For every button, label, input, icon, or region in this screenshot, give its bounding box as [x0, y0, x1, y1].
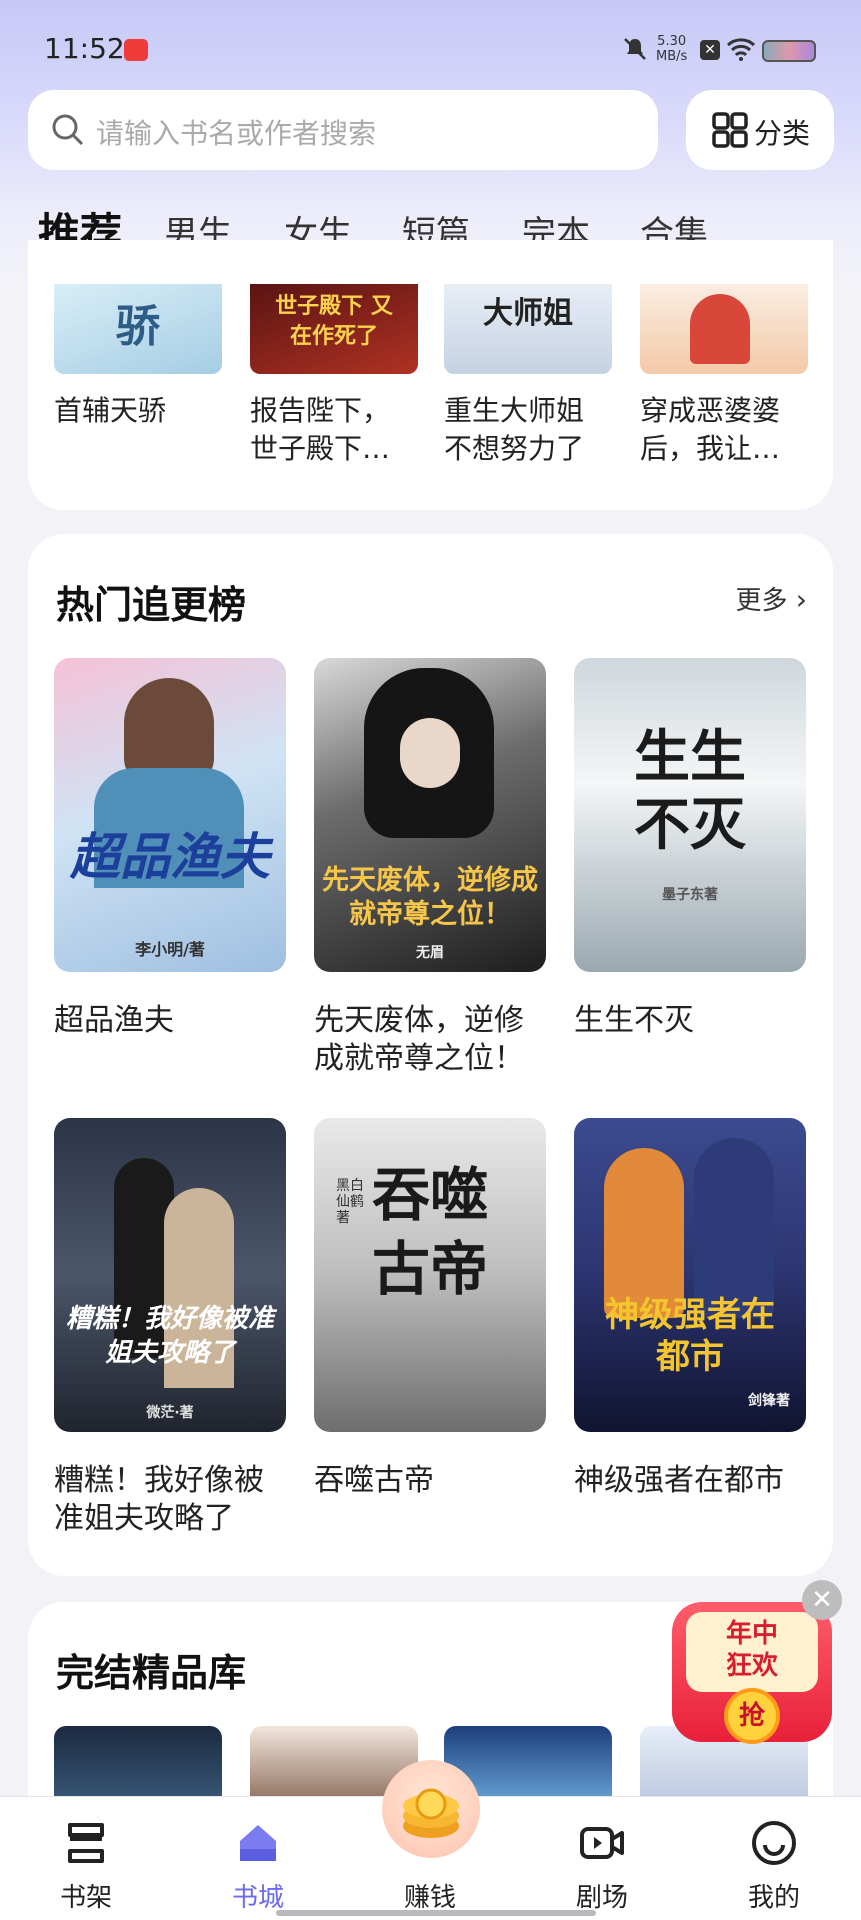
category-button[interactable]: 分类 [686, 90, 834, 170]
more-link[interactable]: 更多 › [736, 580, 807, 617]
book-title[interactable]: 超品渔夫 [54, 1002, 294, 1040]
grid-icon [712, 112, 748, 148]
book-title[interactable]: 糟糕！我好像被 准姐夫攻略了 [54, 1462, 294, 1538]
section-title: 热门追更榜 [56, 583, 247, 627]
book-cover[interactable] [640, 284, 808, 374]
nav-label: 剧场 [575, 1883, 628, 1913]
nav-label: 书架 [59, 1883, 112, 1913]
book-cover[interactable]: 世子殿下 又在作死了 [250, 284, 418, 374]
book-title-line1: 糟糕！我好像被 [54, 1463, 264, 1498]
coins-icon [403, 1788, 459, 1838]
earn-coins-button[interactable] [382, 1760, 480, 1858]
home-icon [240, 1825, 276, 1861]
promo-line2: 狂欢 [725, 1651, 778, 1681]
book-title[interactable]: 重生大师姐 不想努力了 [444, 392, 614, 468]
book-cover[interactable]: 神级强者在都市 剑锋著 [574, 1118, 806, 1432]
promo-line1: 年中 [725, 1619, 778, 1649]
book-cover[interactable]: 吞噬古帝 黑白仙鹤著 [314, 1118, 546, 1432]
network-speed: 5.30 MB/s [656, 34, 687, 64]
book-title[interactable]: 穿成恶婆婆 后，我让… [640, 392, 810, 468]
book-title-line2: 不想努力了 [444, 432, 585, 465]
section-title: 完结精品库 [56, 1651, 247, 1695]
book-title-line1: 吞噬古帝 [314, 1463, 434, 1498]
nav-mine[interactable]: 我的 [714, 1797, 834, 1920]
nav-theater[interactable]: 剧场 [542, 1797, 662, 1920]
book-cover[interactable]: 超品渔夫 李小明/著 [54, 658, 286, 972]
nav-label: 书城 [231, 1883, 284, 1913]
book-title-line1: 神级强者在都市 [574, 1463, 784, 1498]
book-title-line2: 准姐夫攻略了 [54, 1501, 234, 1536]
book-title[interactable]: 生生不灭 [574, 1002, 814, 1040]
book-cover[interactable] [54, 1726, 222, 1806]
cover-title: 先天废体，逆修成就帝尊之位！ [322, 865, 538, 930]
cover-illustration [694, 1138, 774, 1318]
book-title-line1: 生生不灭 [574, 1003, 694, 1038]
book-title-line1: 先天废体，逆修 [314, 1003, 524, 1038]
book-title-line2: 成就帝尊之位！ [314, 1041, 524, 1076]
book-cover[interactable]: 先天废体，逆修成就帝尊之位！ 无眉 [314, 658, 546, 972]
cover-author: 剑锋著 [748, 1393, 790, 1409]
book-title-line1: 首辅天骄 [54, 394, 167, 427]
status-time: 11:52 [44, 32, 125, 65]
nav-label: 我的 [747, 1883, 800, 1913]
cover-title: 糟糕！我好像被准姐夫攻略了 [65, 1304, 274, 1368]
cover-title: 骄 [116, 301, 160, 352]
network-speed-value: 5.30 [657, 34, 687, 49]
search-input[interactable]: 请输入书名或作者搜索 [28, 90, 658, 170]
cover-author: 墨子东著 [662, 887, 718, 903]
smile-icon [752, 1821, 796, 1865]
book-title-line1: 超品渔夫 [54, 1003, 174, 1038]
cover-title: 世子殿下 又在作死了 [275, 294, 393, 349]
bookshelf-icon [68, 1823, 104, 1863]
home-indicator [276, 1910, 596, 1916]
wifi-icon [726, 38, 756, 61]
category-label: 分类 [754, 117, 811, 150]
nav-label: 赚钱 [403, 1883, 456, 1913]
search-icon [52, 114, 84, 146]
book-title-line2: 世子殿下… [250, 432, 391, 465]
cover-illustration [604, 1148, 684, 1318]
cover-author: 无眉 [416, 945, 444, 961]
promo-grab-button[interactable]: 抢 [724, 1688, 780, 1744]
promo-close-icon[interactable]: ✕ [802, 1580, 842, 1620]
cover-author: 黑白仙鹤著 [336, 1178, 364, 1226]
cover-author: 李小明/著 [135, 940, 205, 959]
cover-title: 大师姐 [483, 296, 573, 331]
battery-icon [762, 40, 816, 62]
cover-author: 微茫·著 [146, 1405, 194, 1421]
more-label: 更多 [735, 586, 788, 616]
book-title-line1: 穿成恶婆婆 [640, 394, 781, 427]
close-box-icon: ✕ [700, 40, 720, 60]
search-placeholder: 请输入书名或作者搜索 [96, 117, 377, 150]
nav-bookstore[interactable]: 书城 [198, 1797, 318, 1920]
book-cover[interactable]: 糟糕！我好像被准姐夫攻略了 微茫·著 [54, 1118, 286, 1432]
book-title[interactable]: 先天废体，逆修 成就帝尊之位！ [314, 1002, 554, 1078]
recommend-section: 骄 首辅天骄 世子殿下 又在作死了 报告陛下， 世子殿下… 大师姐 重生大师姐 … [28, 240, 833, 510]
cover-illustration [400, 718, 460, 788]
cover-title: 生生不灭 [634, 725, 746, 858]
book-title[interactable]: 吞噬古帝 [314, 1462, 554, 1500]
status-bar: 11:52 5.30 MB/s ✕ [0, 0, 861, 100]
book-title-line1: 报告陛下， [250, 394, 391, 427]
network-speed-unit: MB/s [656, 49, 688, 64]
book-cover[interactable]: 骄 [54, 284, 222, 374]
book-title-line2: 后，我让… [640, 432, 781, 465]
notification-app-icon [124, 39, 148, 61]
mute-bell-icon [624, 38, 646, 60]
book-cover[interactable]: 生生不灭 墨子东著 [574, 658, 806, 972]
cover-title: 神级强者在都市 [605, 1295, 775, 1377]
book-title[interactable]: 首辅天骄 [54, 392, 224, 430]
nav-bookshelf[interactable]: 书架 [26, 1797, 146, 1920]
book-title-line1: 重生大师姐 [444, 394, 585, 427]
promo-text: 年中 狂欢 [686, 1618, 818, 1682]
book-cover[interactable]: 大师姐 [444, 284, 612, 374]
book-title[interactable]: 神级强者在都市 [574, 1462, 814, 1500]
cover-title: 超品渔夫 [70, 828, 270, 886]
hot-ranking-section: 热门追更榜 更多 › 超品渔夫 李小明/著 超品渔夫 先天废体，逆修成就帝尊之位… [28, 534, 833, 1576]
cover-illustration [690, 294, 750, 364]
chevron-right-icon: › [795, 583, 807, 616]
book-title[interactable]: 报告陛下， 世子殿下… [250, 392, 420, 468]
video-icon [580, 1827, 624, 1859]
